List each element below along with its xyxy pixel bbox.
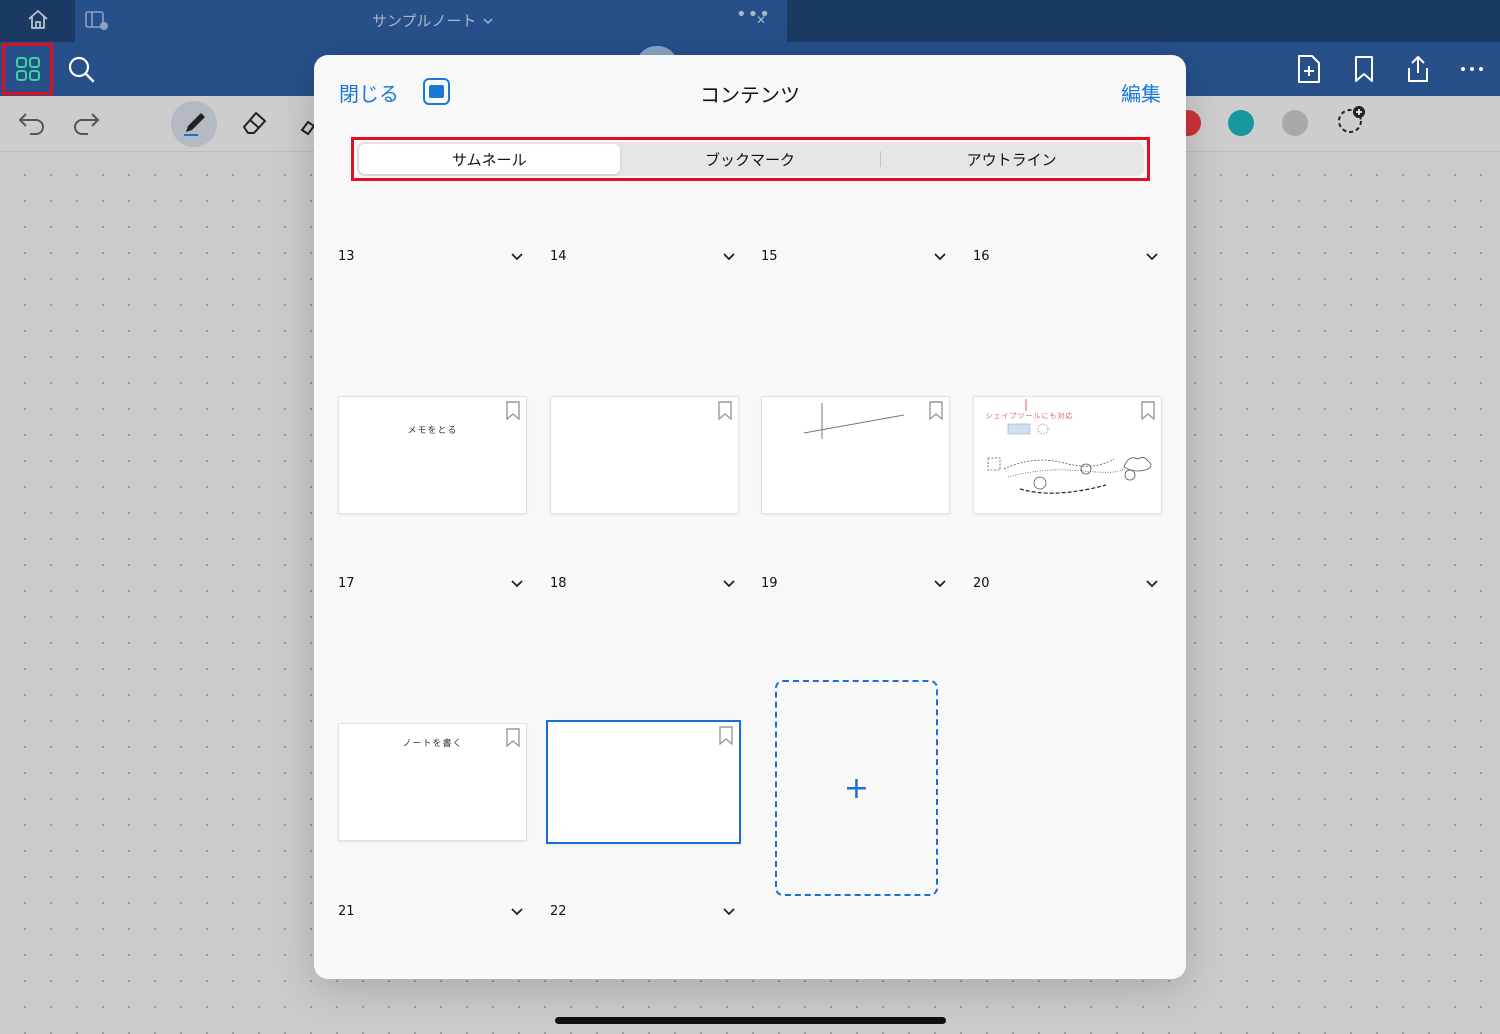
bookmark-icon[interactable] [505,401,521,420]
chevron-down-icon[interactable] [510,905,524,919]
add-page-icon[interactable] [1295,54,1323,84]
pen-icon [184,113,205,136]
page-thumbnail[interactable]: ノートを書く [338,723,527,841]
redo-icon[interactable] [70,106,102,138]
page-number: 13 [338,249,355,264]
more-icon[interactable] [1458,54,1486,84]
sketch-lines [803,403,905,439]
page-thumbnail[interactable] [761,396,950,514]
page-thumbnail[interactable]: メモをとる [338,396,527,514]
tab-thumbnails[interactable]: サムネール [359,144,620,174]
page-number: 20 [973,576,990,591]
color-swatch-gray[interactable] [1282,110,1308,136]
page-number: 21 [338,904,355,919]
page-number: 18 [550,576,567,591]
bookmark-icon[interactable] [718,726,734,745]
color-swatch-teal[interactable] [1228,110,1254,136]
thumbnail-text: メモをとる [407,426,458,436]
page-thumbnail[interactable]: シェイプツールにも対応 [973,396,1162,514]
shapes-sketch [987,399,1152,494]
tab-title-text: サンプルノート [372,12,477,30]
page-thumbnail-selected[interactable] [546,720,741,844]
tab-close-icon[interactable]: ✕ [756,13,766,27]
chevron-down-icon[interactable] [722,905,736,919]
chevron-down-icon [483,18,493,24]
grid-icon [15,57,40,81]
search-icon[interactable] [66,54,96,84]
tab-title[interactable]: サンプルノート [372,10,493,31]
plus-icon: + [843,770,870,806]
home-icon[interactable] [26,8,50,32]
chevron-down-icon[interactable] [510,577,524,591]
contents-modal: 閉じる コンテンツ 編集 サムネール ブックマーク アウトライン 13 14 1… [314,55,1186,979]
add-color-icon[interactable] [1335,104,1367,136]
page-number: 19 [761,576,778,591]
page-number: 16 [973,249,990,264]
home-indicator [555,1017,946,1024]
eraser-icon[interactable] [238,106,270,138]
segmented-control: サムネール ブックマーク アウトライン [357,142,1144,176]
thumbnail-text: ノートを書く [402,739,463,749]
chevron-down-icon[interactable] [933,577,947,591]
chevron-down-icon[interactable] [1145,250,1159,264]
modal-title: コンテンツ [700,83,800,107]
chevron-down-icon[interactable] [722,250,736,264]
tab-bookmarks[interactable]: ブックマーク [620,144,881,174]
split-view-icon[interactable] [84,8,110,32]
chevron-down-icon[interactable] [1145,577,1159,591]
page-number: 22 [550,904,567,919]
page-number: 17 [338,576,355,591]
share-icon[interactable] [1404,54,1432,84]
thumbnail-grid-button[interactable] [2,43,53,95]
chevron-down-icon[interactable] [933,250,947,264]
page-number: 15 [761,249,778,264]
page-number: 14 [550,249,567,264]
bookmark-icon[interactable] [717,401,733,420]
tab-outline[interactable]: アウトライン [881,144,1142,174]
chevron-down-icon[interactable] [510,250,524,264]
page-thumbnail[interactable] [550,396,739,514]
edit-button[interactable]: 編集 [1121,78,1161,107]
bookmark-icon[interactable] [1350,54,1378,84]
add-page-button[interactable]: + [775,680,938,896]
chevron-down-icon[interactable] [722,577,736,591]
undo-icon[interactable] [16,106,48,138]
